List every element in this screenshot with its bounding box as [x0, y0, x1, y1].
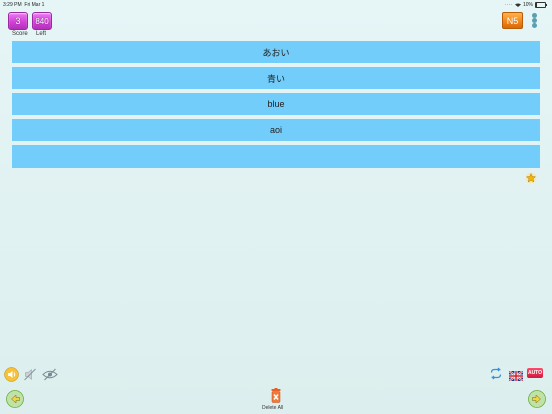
score-badge: 3: [8, 12, 28, 30]
wifi-icon: [514, 3, 521, 7]
repeat-icon[interactable]: [489, 367, 503, 380]
mute-icon[interactable]: [23, 367, 37, 382]
row-meaning[interactable]: blue: [12, 93, 540, 115]
score-label: Score: [12, 31, 28, 37]
menu-dot: [531, 23, 537, 28]
forward-arrow-icon[interactable]: [528, 390, 546, 408]
left-label: Left: [36, 31, 47, 37]
status-right: ···· 10%: [504, 2, 547, 8]
status-bar: 3:29 PM Fri Mar 1 ···· 10%: [0, 0, 552, 9]
status-date: Fri Mar 1: [24, 2, 45, 8]
status-clock: 3:29 PM: [3, 2, 22, 8]
level-button[interactable]: N5: [502, 12, 523, 29]
status-time: 3:29 PM Fri Mar 1: [3, 2, 44, 8]
row-romaji[interactable]: aoi: [12, 119, 540, 141]
more-menu-icon[interactable]: [530, 13, 538, 28]
favorite-star-icon[interactable]: [525, 171, 537, 184]
card-rows: あおい 青い blue aoi: [12, 41, 540, 172]
uk-flag-icon[interactable]: [508, 368, 524, 382]
delete-all-icon[interactable]: [270, 388, 282, 403]
battery-percent: 10%: [522, 2, 533, 8]
back-arrow-icon[interactable]: [6, 390, 24, 408]
battery-fill: [536, 3, 537, 7]
row-empty[interactable]: [12, 145, 540, 168]
row-kanji[interactable]: 青い: [12, 67, 540, 89]
hide-eye-icon[interactable]: [42, 368, 58, 381]
signal-dots-icon: ····: [504, 2, 513, 8]
speaker-icon[interactable]: [4, 367, 19, 382]
left-badge: 840: [32, 12, 52, 30]
delete-all-label: Delete All: [262, 405, 284, 411]
row-kana[interactable]: あおい: [12, 41, 540, 63]
auto-button[interactable]: AUTO: [527, 368, 543, 378]
battery-icon: [535, 2, 547, 8]
